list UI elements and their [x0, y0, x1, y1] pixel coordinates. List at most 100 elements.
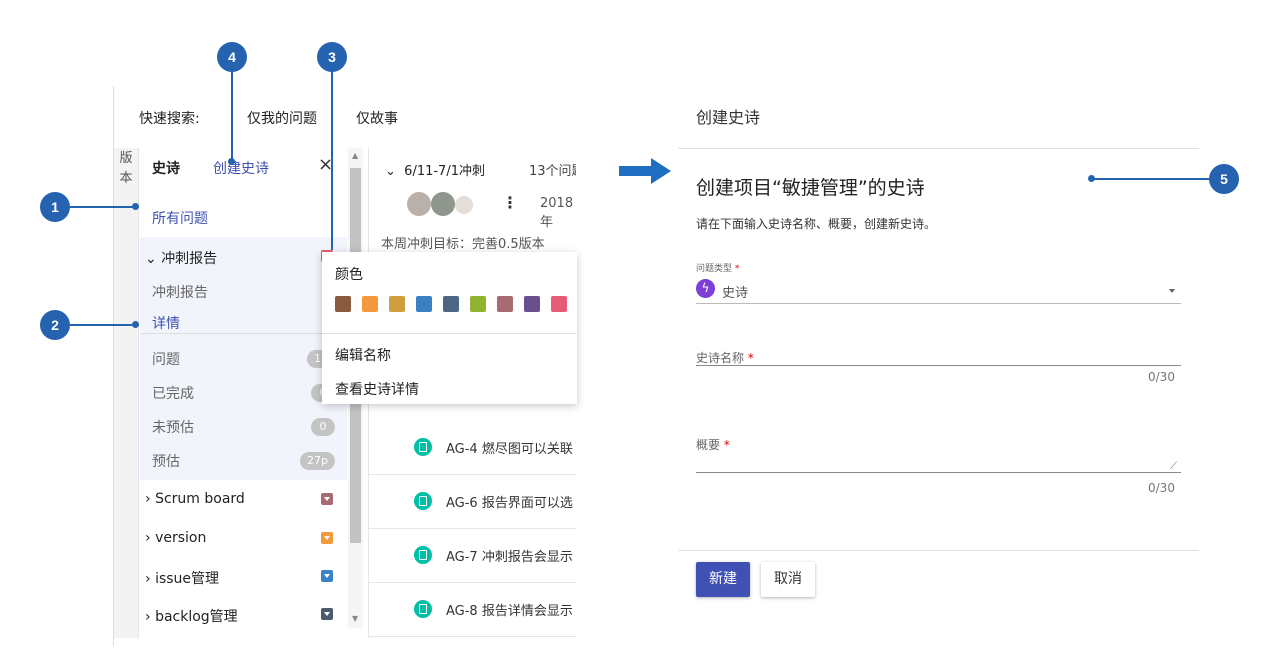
issue-row[interactable]: AG-6 报告界面可以选 [369, 475, 576, 529]
epic-item[interactable]: › backlog管理 [145, 606, 238, 626]
issue-type-value[interactable]: 史诗 [722, 282, 748, 301]
epic-context-menu: 颜色 编辑名称 查看史诗详情 [322, 252, 577, 404]
chevron-down-icon: ⌄ [145, 251, 157, 267]
all-issues-link[interactable]: 所有问题 [152, 208, 208, 228]
selected-epic-name: 冲刺报告 [161, 251, 218, 267]
epic-item[interactable]: › Scrum board [145, 491, 245, 507]
stat-estimated-label: 预估 [152, 454, 180, 470]
version-tab[interactable]: 版 本 [114, 148, 139, 638]
epic-item[interactable]: › issue管理 [145, 568, 219, 588]
divider [140, 333, 347, 334]
stat-estimated-badge: 27p [300, 452, 335, 470]
avatar[interactable] [431, 192, 455, 216]
story-icon [414, 600, 432, 618]
view-epic-details-menu-item[interactable]: 查看史诗详情 [335, 379, 419, 399]
epic-details-link[interactable]: 详情 [152, 313, 180, 333]
color-swatch-purple[interactable] [524, 296, 540, 312]
avatar[interactable] [455, 196, 473, 214]
scroll-up-icon[interactable]: ▲ [352, 151, 358, 160]
dialog-title: 创建史诗 [696, 108, 761, 127]
resize-handle-icon[interactable]: ⟋ [1170, 461, 1177, 472]
quick-search-label: 快速搜索: [139, 111, 200, 127]
issue-title: AG-4 燃尽图可以关联 [446, 442, 573, 457]
stat-done-label: 已完成 [152, 386, 194, 402]
menu-divider [322, 333, 577, 334]
dropdown-caret-icon[interactable] [1169, 289, 1175, 293]
epic-menu-icon[interactable] [321, 608, 333, 620]
color-swatch-orange[interactable] [362, 296, 378, 312]
callout-badge-5: 5 [1209, 164, 1239, 194]
callout-badge-4: 4 [217, 42, 247, 72]
selected-epic-card[interactable]: ⌄ 冲刺报告 冲刺报告 详情 问题 13 已完成 0 未预估 0 预估 27p [140, 237, 347, 480]
callout-dot [132, 321, 139, 328]
callout-badge-3: 3 [317, 42, 347, 72]
issue-row[interactable]: AG-4 燃尽图可以关联 [369, 421, 576, 475]
dialog-divider [678, 148, 1199, 149]
color-swatch-blue[interactable] [416, 296, 432, 312]
story-icon [414, 438, 432, 456]
epic-name-input[interactable] [696, 365, 1181, 366]
sprint-goal: 本周冲刺目标：完善0.5版本 [381, 237, 545, 252]
color-swatch-pink[interactable] [551, 296, 567, 312]
epic-menu-icon[interactable] [321, 493, 333, 505]
more-icon[interactable]: ⋮ [502, 193, 518, 212]
scroll-down-icon[interactable]: ▼ [352, 614, 358, 623]
callout-dot [1088, 175, 1095, 182]
epic-lightning-icon: ϟ [696, 279, 715, 298]
color-swatch-green[interactable] [470, 296, 486, 312]
cancel-button[interactable]: 取消 [761, 562, 815, 597]
story-icon [414, 546, 432, 564]
callout-badge-1: 1 [40, 192, 70, 222]
version-tab-char-2: 本 [119, 171, 133, 186]
color-swatch-brown[interactable] [335, 296, 351, 312]
callout-line [70, 324, 136, 326]
callout-badge-2: 2 [40, 310, 70, 340]
issue-title: AG-6 报告界面可以选 [446, 496, 573, 511]
story-icon [414, 492, 432, 510]
epic-item[interactable]: › version [145, 530, 206, 546]
avatar[interactable] [407, 192, 431, 216]
summary-textarea[interactable] [696, 472, 1181, 473]
dialog-description: 请在下面输入史诗名称、概要，创建新史诗。 [696, 217, 937, 231]
epic-name-counter: 0/30 [1148, 370, 1175, 384]
callout-line [70, 206, 136, 208]
filter-my-issues[interactable]: 仅我的问题 [247, 108, 317, 128]
summary-label: 概要 * [696, 438, 730, 452]
selected-epic-row[interactable]: ⌄ 冲刺报告 [145, 248, 217, 268]
color-swatch-gold[interactable] [389, 296, 405, 312]
issue-type-select[interactable] [696, 303, 1181, 304]
epic-panel-title: 史诗 [152, 161, 180, 177]
dialog-footer-divider [678, 550, 1199, 551]
epic-sub-name: 冲刺报告 [152, 285, 208, 301]
sprint-header[interactable]: ⌄ 6/11-7/1冲刺 [385, 160, 485, 179]
stat-issues-label: 问题 [152, 352, 180, 368]
issue-title: AG-7 冲刺报告会显示 [446, 550, 573, 565]
filter-stories-only[interactable]: 仅故事 [356, 108, 398, 128]
dialog-heading: 创建项目“敏捷管理”的史诗 [696, 177, 925, 199]
edit-name-menu-item[interactable]: 编辑名称 [335, 345, 391, 365]
stat-unestimated-badge: 0 [311, 418, 335, 436]
sprint-date: 2018年 [540, 196, 574, 230]
arrow-right-icon [619, 158, 671, 184]
issue-row[interactable]: AG-7 冲刺报告会显示 [369, 529, 576, 583]
create-button[interactable]: 新建 [696, 562, 750, 597]
color-swatch-slate[interactable] [443, 296, 459, 312]
color-swatch-rose[interactable] [497, 296, 513, 312]
epic-panel: 史诗 创建史诗 × 所有问题 ⌄ 冲刺报告 冲刺报告 详情 问题 13 已完成 … [140, 148, 347, 638]
callout-dot [132, 203, 139, 210]
version-tab-char-1: 版 [119, 151, 133, 166]
epic-menu-icon[interactable] [321, 532, 333, 544]
callout-line [231, 72, 233, 162]
issue-title: AG-8 报告详情会显示 [446, 604, 573, 619]
callout-dot [228, 158, 235, 165]
summary-counter: 0/30 [1148, 481, 1175, 495]
issue-row[interactable]: AG-8 报告详情会显示 [369, 583, 576, 637]
stat-unestimated-label: 未预估 [152, 420, 194, 436]
epic-name-label: 史诗名称 * [696, 351, 754, 365]
epic-menu-icon[interactable] [321, 570, 333, 582]
callout-line [331, 72, 333, 250]
issue-type-label: 问题类型 * [696, 264, 740, 274]
create-epic-link[interactable]: 创建史诗 [213, 158, 269, 178]
color-label: 颜色 [335, 267, 363, 283]
sprint-issue-count: 13个问题 [529, 164, 576, 179]
